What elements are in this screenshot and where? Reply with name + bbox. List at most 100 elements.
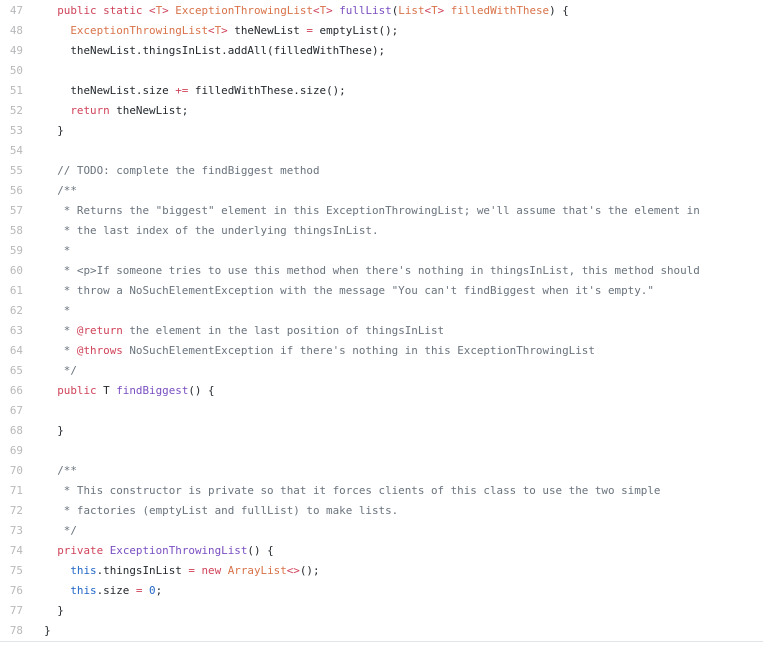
code-line: 78 } — [0, 621, 763, 641]
line-number[interactable]: 76 — [0, 581, 23, 601]
line-number[interactable]: 72 — [0, 501, 23, 521]
line-number[interactable]: 61 — [0, 281, 23, 301]
code-line: 63 * @return the element in the last pos… — [0, 321, 763, 341]
code-token: } — [31, 624, 51, 637]
line-code: * — [23, 301, 763, 321]
line-number[interactable]: 56 — [0, 181, 23, 201]
line-number[interactable]: 70 — [0, 461, 23, 481]
line-number[interactable]: 47 — [0, 1, 23, 21]
line-code: * Returns the "biggest" element in this … — [23, 201, 763, 221]
code-line: 61 * throw a NoSuchElementException with… — [0, 281, 763, 301]
line-number[interactable]: 50 — [0, 61, 23, 81]
code-token: .thingsInList — [96, 564, 189, 577]
code-line: 72 * factories (emptyList and fullList) … — [0, 501, 763, 521]
code-token: @return — [76, 324, 123, 337]
code-token: theNewList.size — [31, 84, 176, 97]
code-token: new — [201, 564, 222, 577]
line-code: public static <T> ExceptionThrowingList<… — [23, 1, 763, 21]
code-line: 60 * <p>If someone tries to use this met… — [0, 261, 763, 281]
line-number[interactable]: 60 — [0, 261, 23, 281]
code-line: 76 this.size = 0; — [0, 581, 763, 601]
line-number[interactable]: 66 — [0, 381, 23, 401]
line-number[interactable]: 49 — [0, 41, 23, 61]
line-number[interactable]: 69 — [0, 441, 23, 461]
code-token: */ — [31, 524, 77, 537]
line-number[interactable]: 58 — [0, 221, 23, 241]
code-token: filledWithThese.size(); — [188, 84, 346, 97]
code-token: public — [57, 4, 97, 17]
line-number[interactable]: 73 — [0, 521, 23, 541]
code-token: this — [70, 564, 97, 577]
code-token: the element in the last position of thin… — [122, 324, 445, 337]
code-line: 56 /** — [0, 181, 763, 201]
line-number[interactable]: 51 — [0, 81, 23, 101]
code-token: += — [175, 84, 189, 97]
line-number[interactable]: 64 — [0, 341, 23, 361]
code-token: fullList — [339, 4, 392, 17]
code-line: 70 /** — [0, 461, 763, 481]
line-number[interactable]: 77 — [0, 601, 23, 621]
line-code: } — [23, 121, 763, 141]
line-code: * @throws NoSuchElementException if ther… — [23, 341, 763, 361]
line-number[interactable]: 57 — [0, 201, 23, 221]
code-token: private — [57, 544, 104, 557]
line-number[interactable]: 67 — [0, 401, 23, 421]
code-token: * — [31, 304, 71, 317]
line-number[interactable]: 74 — [0, 541, 23, 561]
line-number[interactable]: 54 — [0, 141, 23, 161]
line-code: */ — [23, 521, 763, 541]
line-code: this.thingsInList = new ArrayList<>(); — [23, 561, 763, 581]
code-line: 55 // TODO: complete the findBiggest met… — [0, 161, 763, 181]
line-number[interactable]: 63 — [0, 321, 23, 341]
code-line: 51 theNewList.size += filledWithThese.si… — [0, 81, 763, 101]
code-line: 64 * @throws NoSuchElementException if t… — [0, 341, 763, 361]
line-code: this.size = 0; — [23, 581, 763, 601]
code-line: 49 theNewList.thingsInList.addAll(filled… — [0, 41, 763, 61]
line-number[interactable]: 75 — [0, 561, 23, 581]
line-code: } — [23, 621, 763, 641]
code-token: * Returns the "biggest" element in this … — [31, 204, 700, 217]
line-code: * @return the element in the last positi… — [23, 321, 763, 341]
code-token: * <p>If someone tries to use this method… — [31, 264, 700, 277]
line-code: * This constructor is private so that it… — [23, 481, 763, 501]
line-number[interactable]: 78 — [0, 621, 23, 641]
code-token: ExceptionThrowingList — [109, 544, 248, 557]
code-token: ExceptionThrowingList — [175, 4, 313, 17]
line-number[interactable]: 48 — [0, 21, 23, 41]
code-token: * — [31, 344, 77, 357]
line-number[interactable]: 62 — [0, 301, 23, 321]
line-number[interactable]: 59 — [0, 241, 23, 261]
code-token: ExceptionThrowingList — [70, 24, 209, 37]
line-number[interactable]: 52 — [0, 101, 23, 121]
code-token: } — [31, 124, 64, 137]
code-token: this — [70, 584, 97, 597]
code-line: 48 ExceptionThrowingList<T> theNewList =… — [0, 21, 763, 41]
code-line: 59 * — [0, 241, 763, 261]
code-token: <> — [286, 564, 300, 577]
code-token: T — [96, 384, 117, 397]
code-line: 74 private ExceptionThrowingList() { — [0, 541, 763, 561]
line-number[interactable]: 65 — [0, 361, 23, 381]
code-line: 66 public T findBiggest() { — [0, 381, 763, 401]
line-code: * — [23, 241, 763, 261]
line-number[interactable]: 55 — [0, 161, 23, 181]
line-code: theNewList.thingsInList.addAll(filledWit… — [23, 41, 763, 61]
code-token: return — [70, 104, 110, 117]
line-number[interactable]: 68 — [0, 421, 23, 441]
line-number[interactable]: 71 — [0, 481, 23, 501]
line-number[interactable]: 53 — [0, 121, 23, 141]
code-line: 57 * Returns the "biggest" element in th… — [0, 201, 763, 221]
code-token: static — [103, 4, 143, 17]
line-code: // TODO: complete the findBiggest method — [23, 161, 763, 181]
line-code: theNewList.size += filledWithThese.size(… — [23, 81, 763, 101]
code-token: findBiggest — [116, 384, 189, 397]
